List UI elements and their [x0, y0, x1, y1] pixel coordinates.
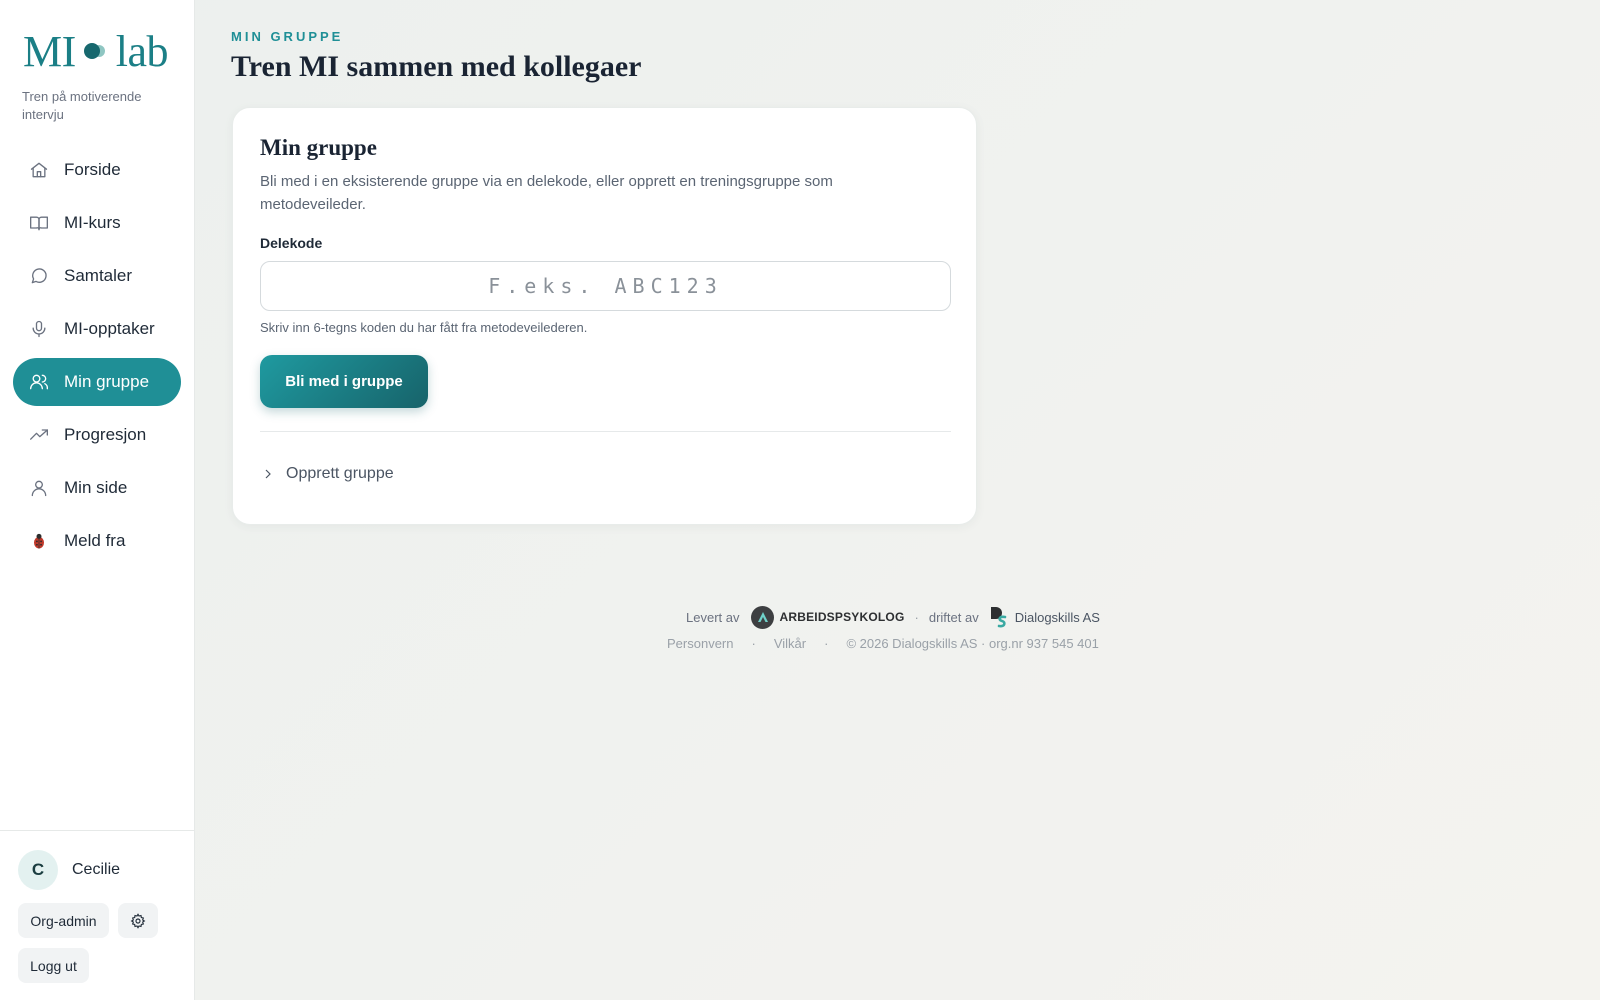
- nav-label: MI-kurs: [64, 213, 121, 232]
- join-group-button[interactable]: Bli med i gruppe: [260, 355, 428, 408]
- nav-label: Min side: [64, 478, 128, 497]
- delivered-by-text: Levert av: [686, 609, 740, 625]
- sidebar-footer: C Cecilie Org-admin Logg ut: [0, 830, 195, 1000]
- terms-link[interactable]: Vilkår: [774, 636, 806, 651]
- user-profile: C Cecilie: [18, 850, 120, 890]
- page-title: Tren MI sammen med kollegaer: [231, 50, 642, 83]
- create-group-toggle[interactable]: Opprett gruppe: [260, 465, 394, 483]
- nav-label: MI-opptaker: [64, 319, 155, 338]
- nav-item-meld-fra[interactable]: Meld fra: [13, 517, 181, 565]
- user-name: Cecilie: [72, 861, 121, 878]
- app-logo[interactable]: MI lab: [23, 26, 169, 76]
- settings-button[interactable]: [118, 903, 158, 938]
- nav-item-mi-kurs[interactable]: MI-kurs: [13, 199, 181, 247]
- logout-button[interactable]: Logg ut: [18, 948, 89, 983]
- app-tagline: Tren på motiverende intervju: [22, 89, 142, 122]
- privacy-link[interactable]: Personvern: [667, 636, 733, 651]
- card-divider: [260, 431, 951, 432]
- card-title: Min gruppe: [260, 135, 377, 160]
- share-code-hint: Skriv inn 6-tegns koden du har fått fra …: [260, 320, 588, 335]
- operated-by-text: driftet av: [928, 609, 979, 625]
- nav-item-min-gruppe[interactable]: Min gruppe: [13, 358, 181, 406]
- chat-icon: [29, 266, 49, 286]
- nav-item-forside[interactable]: Forside: [13, 146, 181, 194]
- nav-label: Progresjon: [64, 425, 147, 444]
- footer-links: Personvern · Vilkår · © 2026 Dialogskill…: [667, 636, 1099, 651]
- org-admin-button[interactable]: Org-admin: [18, 903, 109, 938]
- page-eyebrow: MIN GRUPPE: [231, 29, 344, 44]
- nav-item-samtaler[interactable]: Samtaler: [13, 252, 181, 300]
- gear-icon: [130, 912, 146, 929]
- provider-name[interactable]: ARBEIDSPSYKOLOG: [779, 610, 904, 624]
- nav-label: Meld fra: [64, 531, 126, 550]
- operator-name[interactable]: Dialogskills AS: [1015, 610, 1100, 625]
- nav-item-progresjon[interactable]: Progresjon: [13, 411, 181, 459]
- main-nav: Forside MI-kurs Samtaler MI-opptaker Min…: [13, 146, 181, 570]
- footer-separator: ·: [751, 636, 756, 651]
- nav-label: Forside: [64, 160, 121, 179]
- share-code-label: Delekode: [260, 235, 323, 251]
- nav-label: Samtaler: [64, 266, 133, 285]
- sidebar: MI lab Tren på motiverende intervju Fors…: [0, 0, 195, 1000]
- share-code-input[interactable]: [260, 261, 951, 311]
- book-icon: [29, 213, 49, 233]
- card-description: Bli med i en eksisterende gruppe via en …: [260, 173, 833, 213]
- avatar: C: [18, 850, 58, 890]
- footer-separator: ·: [914, 609, 919, 625]
- trend-icon: [29, 425, 49, 445]
- logo-dots-icon: [83, 41, 108, 61]
- nav-item-mi-opptaker[interactable]: MI-opptaker: [13, 305, 181, 353]
- chevron-right-icon: [260, 466, 286, 482]
- footer-credits: Levert av ARBEIDSPSYKOLOG · driftet av D…: [686, 604, 1100, 630]
- dialogskills-logo-icon: [990, 607, 1007, 628]
- nav-item-min-side[interactable]: Min side: [13, 464, 181, 512]
- microphone-icon: [29, 319, 49, 339]
- user-icon: [29, 478, 49, 498]
- nav-label: Min gruppe: [64, 372, 150, 391]
- users-icon: [29, 372, 49, 392]
- logo-text-mi: MI: [23, 26, 76, 76]
- home-icon: [29, 160, 49, 180]
- copyright-text: © 2026 Dialogskills AS · org.nr 937 545 …: [846, 636, 1099, 651]
- create-group-label: Opprett gruppe: [286, 465, 394, 482]
- arbeidspsykolog-logo-icon: [751, 605, 775, 629]
- logo-text-lab: lab: [115, 26, 169, 76]
- group-card: Min gruppe Bli med i en eksisterende gru…: [232, 107, 977, 525]
- footer-separator: ·: [824, 636, 829, 651]
- ladybug-icon: [29, 531, 49, 551]
